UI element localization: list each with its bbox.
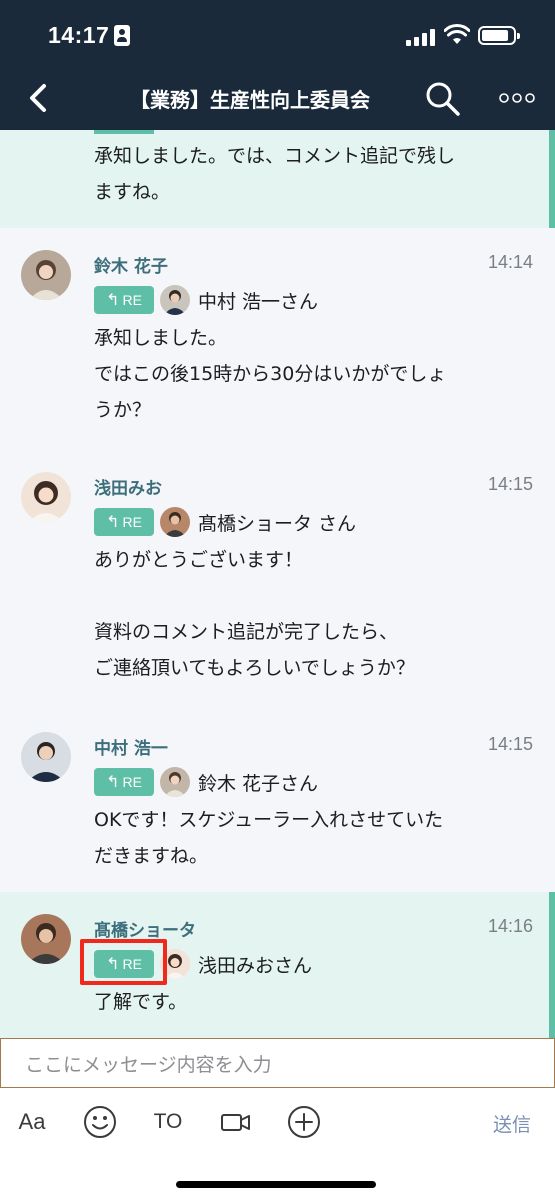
reply-reference[interactable]: ↰ RE 中村 浩一さん [94,284,318,316]
re-badge[interactable]: ↰ RE [94,768,154,796]
reply-arrow-icon: ↰ [106,514,120,531]
avatar[interactable] [21,472,71,522]
message-text: ありがとうございます！ 資料のコメント追記が完了したら、 ご連絡頂いてもよろしい… [94,549,415,679]
message-time: 14:16 [487,916,533,936]
sender-name[interactable]: 浅田みお [94,474,162,499]
id-card-icon [114,25,130,46]
wifi-icon [444,24,470,44]
message-item[interactable]: 髙橋ショータ 14:16 ↰ RE 浅田みおさん 了解です。 [0,892,555,1038]
message-text: 了解です。 [94,991,188,1013]
to-mention-button[interactable]: TO [150,1102,186,1142]
annotation-highlight-box [80,939,167,985]
emoji-icon[interactable] [82,1102,118,1142]
font-format-button[interactable]: Aa [14,1102,50,1142]
sender-name[interactable]: 中村 浩一 [94,734,168,759]
cellular-signal-icon [406,28,436,46]
nav-bar: 【業務】生産性向上委員会 [0,70,555,130]
more-options-icon[interactable] [498,86,536,110]
video-call-icon[interactable] [220,1102,252,1142]
reply-to-name: 髙橋ショータ さん [198,512,357,535]
back-chevron-icon[interactable] [20,80,56,116]
reply-arrow-icon: ↰ [106,774,120,791]
reply-reference[interactable]: ↰ RE 鈴木 花子さん [94,766,318,798]
chat-room-title: 【業務】生産性向上委員会 [130,88,370,112]
sender-name[interactable]: 髙橋ショータ [94,916,196,941]
message-text: OKです！スケジューラー入れさせていた だきますね。 [94,809,444,867]
status-time: 14:17 [48,22,110,48]
battery-icon [478,26,520,45]
re-label: RE [122,514,142,530]
message-item[interactable]: 中村 浩一 14:15 ↰ RE 鈴木 花子さん OKです！スケジューラー入れさせ… [0,710,555,890]
send-button[interactable]: 送信 [493,1110,531,1137]
composer-toolbar: Aa TO 送信 [0,1102,555,1146]
message-item[interactable]: 鈴木 花子 14:14 ↰ RE 中村 浩一さん 承知しました。 ではこの後15時… [0,228,555,436]
sender-name[interactable]: 鈴木 花子 [94,252,168,277]
reply-avatar [160,507,190,537]
message-time: 14:14 [487,252,533,272]
avatar[interactable] [21,250,71,300]
add-attachment-icon[interactable] [286,1102,322,1142]
message-item[interactable]: 浅田みお 14:15 ↰ RE 髙橋ショータ さん ありがとうございます！ 資料の… [0,450,555,710]
reply-avatar [160,285,190,315]
reply-reference[interactable]: ↰ RE 髙橋ショータ さん [94,506,356,538]
avatar[interactable] [21,914,71,964]
avatar[interactable] [21,732,71,782]
re-badge[interactable]: ↰ RE [94,286,154,314]
search-icon[interactable] [424,80,462,118]
message-item[interactable]: 承知しました。では、コメント追記で残し ますね。 [0,130,555,228]
message-input[interactable]: ここにメッセージ内容を入力 [0,1038,555,1088]
re-label: RE [122,774,142,790]
status-bar: 14:17 [0,0,555,70]
message-time: 14:15 [487,474,533,494]
message-list[interactable]: 承知しました。では、コメント追記で残し ますね。 鈴木 花子 14:14 ↰ RE… [0,130,555,1038]
reply-avatar [160,767,190,797]
re-badge[interactable]: ↰ RE [94,508,154,536]
reply-to-name: 浅田みおさん [198,954,313,977]
home-indicator [176,1181,376,1188]
reply-to-name: 鈴木 花子さん [198,772,319,795]
message-time: 14:15 [487,734,533,754]
message-text: 承知しました。では、コメント追記で残し ますね。 [94,145,456,203]
message-text: 承知しました。 ではこの後15時から30分はいかがでしょ うか？ [94,327,447,421]
composer: ここにメッセージ内容を入力 Aa TO 送信 [0,1038,555,1200]
re-badge-partial [94,130,154,134]
reply-to-name: 中村 浩一さん [198,290,319,313]
re-label: RE [122,292,142,308]
app-header: 14:17 【業務】生産性向上委員会 [0,0,555,130]
reply-arrow-icon: ↰ [106,292,120,309]
